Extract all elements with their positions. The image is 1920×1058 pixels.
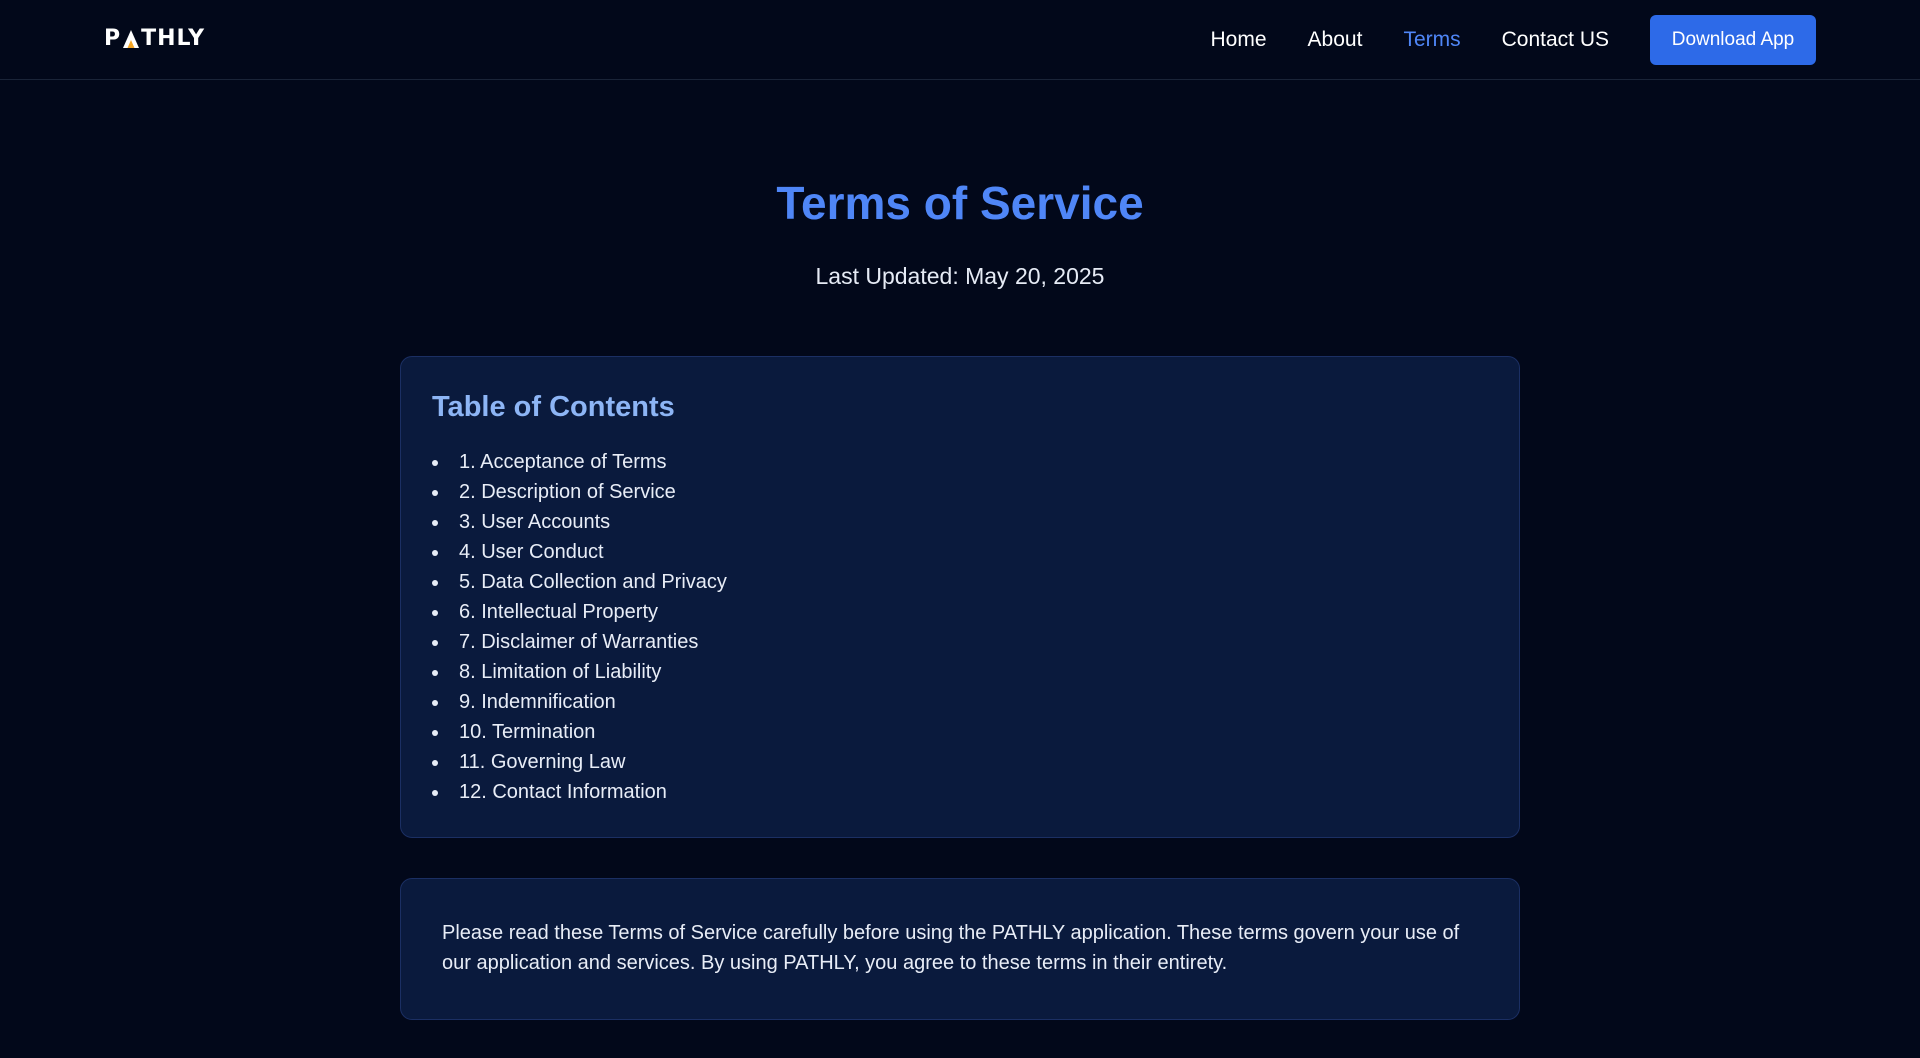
toc-item-user-accounts[interactable]: 3. User Accounts bbox=[432, 507, 727, 537]
toc-item-disclaimer[interactable]: 7. Disclaimer of Warranties bbox=[432, 627, 727, 657]
last-updated-text: Last Updated: May 20, 2025 bbox=[815, 263, 1105, 289]
download-app-button[interactable]: Download App bbox=[1650, 15, 1816, 65]
intro-paragraph: Please read these Terms of Service caref… bbox=[442, 922, 1460, 974]
toc-item-indemnification[interactable]: 9. Indemnification bbox=[432, 687, 727, 717]
intro-card: Please read these Terms of Service caref… bbox=[400, 878, 1520, 1020]
toc-list: 1. Acceptance of Terms 2. Description of… bbox=[432, 447, 727, 807]
toc-item-description[interactable]: 2. Description of Service bbox=[432, 477, 727, 507]
nav-link-terms[interactable]: Terms bbox=[1403, 28, 1460, 52]
table-of-contents-card: Table of Contents 1. Acceptance of Terms… bbox=[400, 356, 1520, 838]
nav-link-about[interactable]: About bbox=[1308, 28, 1363, 52]
page-title: Terms of Service bbox=[776, 177, 1144, 229]
top-navbar: P THLY Home About Terms Contact US Downl… bbox=[0, 0, 1920, 80]
toc-heading: Table of Contents bbox=[432, 391, 675, 423]
toc-item-termination[interactable]: 10. Termination bbox=[432, 717, 727, 747]
toc-item-governing-law[interactable]: 11. Governing Law bbox=[432, 747, 727, 777]
toc-item-acceptance[interactable]: 1. Acceptance of Terms bbox=[432, 447, 727, 477]
toc-item-intellectual-property[interactable]: 6. Intellectual Property bbox=[432, 597, 727, 627]
toc-item-contact-info[interactable]: 12. Contact Information bbox=[432, 777, 727, 807]
logo-text-left: P bbox=[104, 26, 122, 51]
pathly-logo[interactable]: P THLY bbox=[104, 26, 205, 51]
toc-item-liability[interactable]: 8. Limitation of Liability bbox=[432, 657, 727, 687]
main-nav: Home About Terms Contact US Download App bbox=[1211, 15, 1816, 65]
logo-text-right: THLY bbox=[141, 26, 206, 51]
logo-mountain-icon bbox=[122, 29, 140, 49]
toc-item-data-privacy[interactable]: 5. Data Collection and Privacy bbox=[432, 567, 727, 597]
nav-link-home[interactable]: Home bbox=[1211, 28, 1267, 52]
toc-item-user-conduct[interactable]: 4. User Conduct bbox=[432, 537, 727, 567]
nav-link-contact[interactable]: Contact US bbox=[1502, 28, 1609, 52]
